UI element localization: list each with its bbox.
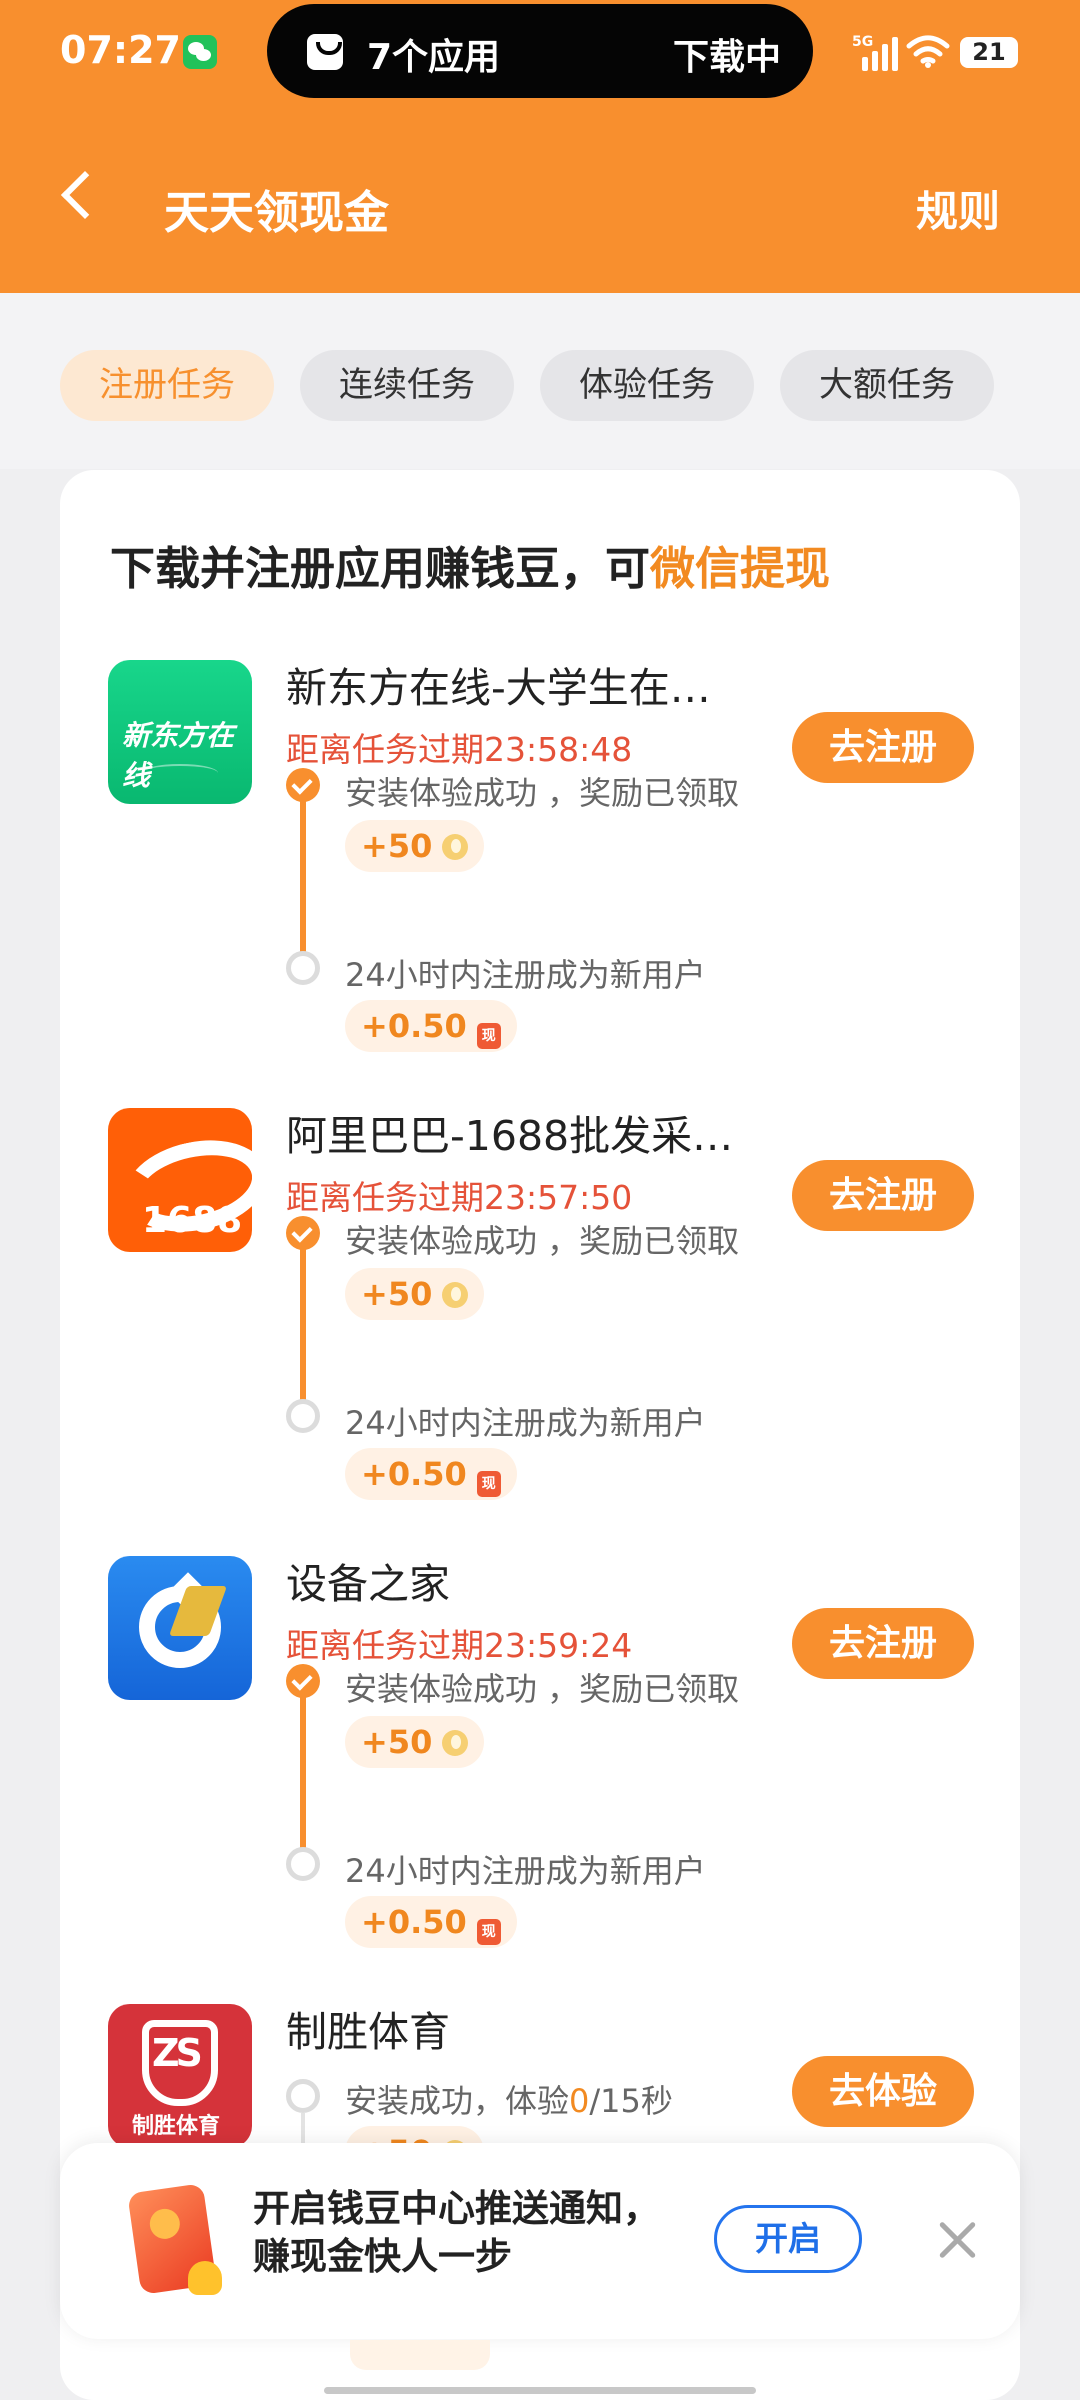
zhisheng-sports-app-icon: ZS 制胜体育 — [108, 2004, 252, 2148]
task-deadline: 距离任务过期23:59:24 — [286, 1626, 633, 1665]
page-title: 天天领现金 — [164, 186, 390, 239]
experience-progress-text: 安装成功，体验0/15秒 — [345, 2076, 673, 2122]
home-indicator[interactable] — [324, 2387, 756, 2394]
experience-suffix: /15秒 — [589, 2082, 673, 2120]
experience-prefix: 安装成功，体验 — [345, 2082, 570, 2120]
ithome-app-icon — [108, 1556, 252, 1700]
tab-register[interactable]: 注册任务 — [60, 350, 274, 421]
xdf-wave-icon — [142, 764, 218, 782]
register-button[interactable]: 去注册 — [792, 712, 974, 783]
experience-button[interactable]: 去体验 — [792, 2056, 974, 2127]
tab-large[interactable]: 大额任务 — [780, 350, 994, 421]
cash-reward: +0.50 现 — [345, 1000, 517, 1052]
bean-reward-value: +50 — [361, 827, 433, 865]
cash-reward: +0.50 现 — [345, 1896, 517, 1948]
step-complete-text: 安装体验成功 ，奖励已领取 — [345, 1670, 740, 1708]
back-icon[interactable] — [60, 170, 110, 220]
island-status: 下载中 — [672, 37, 781, 78]
zs-logo-text: 制胜体育 — [132, 2114, 221, 2139]
bean-reward: +50 — [345, 1268, 485, 1320]
step-complete-text: 安装体验成功 ，奖励已领取 — [345, 774, 740, 812]
tab-continuous[interactable]: 连续任务 — [300, 350, 514, 421]
checkmark-icon — [286, 1664, 320, 1698]
bean-icon — [442, 1282, 469, 1308]
register-button[interactable]: 去注册 — [792, 1608, 974, 1679]
bag-icon — [307, 34, 343, 70]
checkmark-icon — [286, 1216, 320, 1250]
bean-reward-value: +50 — [361, 1275, 433, 1313]
bean-reward: +50 — [345, 1716, 485, 1768]
experience-current: 0 — [569, 2082, 590, 2120]
signal-icon — [852, 35, 898, 71]
app-name: 制胜体育 — [286, 2008, 450, 2056]
step-pending-text: 24小时内注册成为新用户 — [345, 1404, 706, 1442]
pending-step-dot — [286, 951, 320, 985]
xdf-logo-text: 新东方在线 — [122, 719, 235, 792]
download-island[interactable]: 7个应用 下载中 — [267, 4, 813, 98]
bean-icon — [442, 1730, 469, 1756]
cash-reward-value: +0.50 — [361, 1455, 467, 1493]
cash-reward-value: +0.50 — [361, 1007, 467, 1045]
task-deadline: 距离任务过期23:57:50 — [286, 1178, 633, 1217]
card-heading: 下载并注册应用赚钱豆，可微信提现 — [110, 532, 830, 597]
rules-link[interactable]: 规则 — [916, 178, 1000, 239]
cash-icon: 现 — [476, 1471, 501, 1497]
island-app-count: 7个应用 — [367, 37, 501, 78]
step-complete-text: 安装体验成功 ，奖励已领取 — [345, 1222, 740, 1260]
tab-experience[interactable]: 体验任务 — [540, 350, 754, 421]
cash-icon: 现 — [476, 1023, 501, 1049]
task-deadline: 距离任务过期23:58:48 — [286, 730, 633, 769]
cash-reward-value: +0.50 — [361, 1903, 467, 1941]
open-notifications-button[interactable]: 开启 — [714, 2205, 862, 2273]
push-notification-banner: 开启钱豆中心推送通知，赚现金快人一步 开启 — [60, 2143, 1020, 2339]
step-pending-text: 24小时内注册成为新用户 — [345, 956, 706, 994]
checkmark-icon — [286, 768, 320, 802]
wifi-icon — [906, 35, 950, 68]
battery-icon: 21 — [960, 37, 1018, 68]
alibaba-1688-app-icon: 1688 — [108, 1108, 252, 1252]
cash-icon: 现 — [476, 1919, 501, 1945]
status-time: 07:27 — [60, 28, 181, 72]
pending-step-dot — [286, 1399, 320, 1433]
bell-icon — [188, 2261, 222, 2295]
bean-icon — [442, 834, 469, 860]
cash-reward: +0.50 现 — [345, 1448, 517, 1500]
register-button[interactable]: 去注册 — [792, 1160, 974, 1231]
zs-monogram: ZS — [152, 2031, 203, 2075]
obscured-reward-edge — [350, 2340, 490, 2370]
heading-prefix: 下载并注册应用赚钱豆，可 — [110, 542, 651, 595]
step-pending-text: 24小时内注册成为新用户 — [345, 1852, 706, 1890]
alibaba-logo-text: 1688 — [142, 1200, 243, 1241]
bean-reward-value: +50 — [361, 1723, 433, 1761]
notification-text: 开启钱豆中心推送通知，赚现金快人一步 — [253, 2187, 660, 2278]
task-tabs: 注册任务 连续任务 体验任务 大额任务 — [0, 293, 1080, 469]
header-bar: 07:27 7个应用 下载中 5G 21 天天领现金 规则 — [0, 0, 1080, 293]
wechat-icon — [183, 35, 217, 69]
wechat-withdraw-highlight: 微信提现 — [650, 542, 831, 595]
xdf-app-icon: 新东方在线 — [108, 660, 252, 804]
app-name: 阿里巴巴-1688批发采… — [286, 1112, 734, 1160]
task-card: 下载并注册应用赚钱豆，可微信提现 新东方在线 新东方在线-大学生在… 距离任务过… — [60, 470, 1020, 2400]
close-icon[interactable] — [936, 2219, 978, 2261]
app-name: 新东方在线-大学生在… — [286, 664, 711, 712]
pending-step-dot — [286, 1847, 320, 1881]
pending-step-dot — [286, 2079, 320, 2113]
bean-reward: +50 — [345, 820, 485, 872]
app-name: 设备之家 — [286, 1560, 450, 1608]
